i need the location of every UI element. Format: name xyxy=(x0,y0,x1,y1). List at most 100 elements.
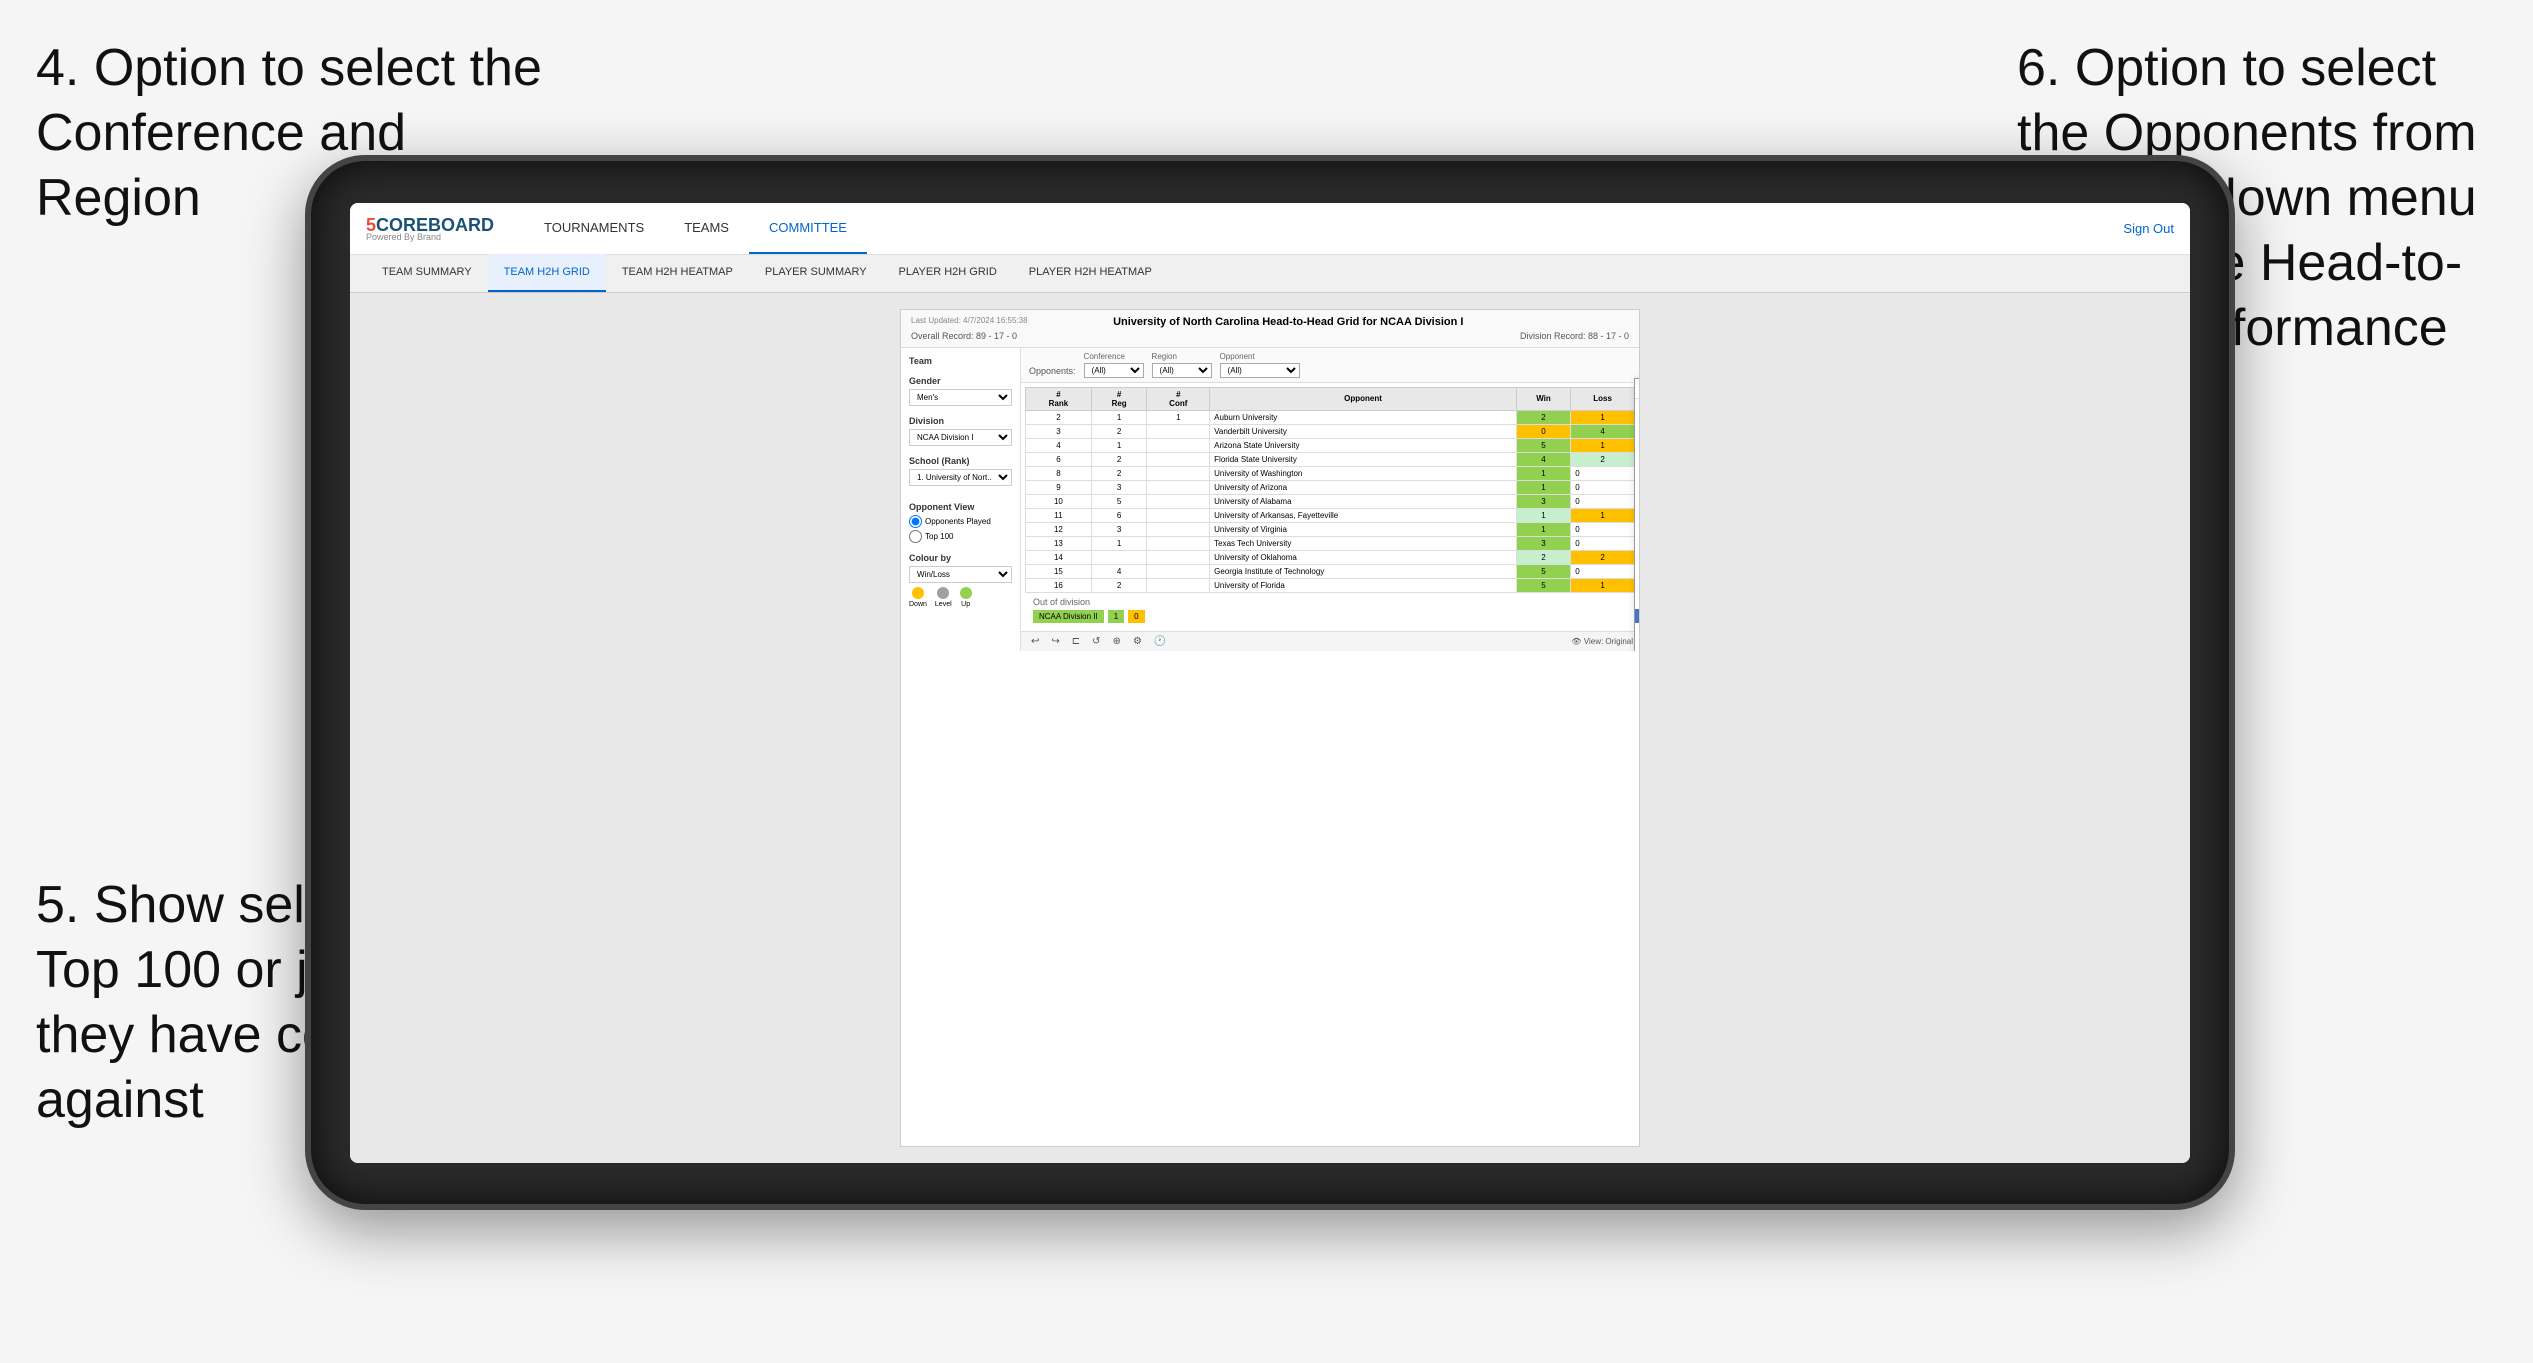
subnav-team-h2h-heatmap[interactable]: TEAM H2H HEATMAP xyxy=(606,254,749,292)
nav-menu: TOURNAMENTS TEAMS COMMITTEE xyxy=(524,203,2123,255)
nav-tournaments[interactable]: TOURNAMENTS xyxy=(524,203,664,255)
radio-opponents-label[interactable]: Opponents Played xyxy=(909,515,1012,528)
toolbar-settings[interactable]: ⚙ xyxy=(1129,635,1146,648)
dropdown-item[interactable]: 4. Arizona State University xyxy=(1635,441,1639,455)
content-area: Last Updated: 4/7/2024 16:55:38 Universi… xyxy=(350,293,2190,1163)
opponent-cell: University of Alabama xyxy=(1210,494,1517,508)
division-section: Division NCAA Division I xyxy=(909,416,1012,446)
opponent-dropdown[interactable]: (All) 2. Auburn University 3. Vanderbilt… xyxy=(1634,378,1639,651)
opponent-cell: Vanderbilt University xyxy=(1210,424,1517,438)
legend-down: Down xyxy=(909,587,927,608)
opponent-cell: Florida State University xyxy=(1210,452,1517,466)
opponent-cell: Arizona State University xyxy=(1210,438,1517,452)
colour-select[interactable]: Win/Loss xyxy=(909,566,1012,583)
rank-cell: 14 xyxy=(1026,550,1092,564)
toolbar-redo[interactable]: ↪ xyxy=(1047,635,1063,648)
loss-cell: 0 xyxy=(1571,480,1635,494)
dropdown-item[interactable]: 15. Georgia Institute of Technology xyxy=(1635,567,1639,581)
table-row: 8 2 University of Washington 1 0 xyxy=(1026,466,1635,480)
subnav-team-h2h-grid[interactable]: TEAM H2H GRID xyxy=(488,254,606,292)
reg-cell: 6 xyxy=(1091,508,1147,522)
view-icon: 👁 xyxy=(1571,637,1581,646)
radio-top100-label[interactable]: Top 100 xyxy=(909,530,1012,543)
dropdown-item[interactable]: 10. University of Alabama xyxy=(1635,497,1639,511)
dropdown-list: (All) 2. Auburn University 3. Vanderbilt… xyxy=(1635,399,1639,651)
dropdown-item[interactable]: 13. Texas Tech University xyxy=(1635,539,1639,553)
h2h-table: #Rank #Reg #Conf Opponent Win Loss xyxy=(1025,387,1635,593)
dropdown-item[interactable]: 3. Vanderbilt University xyxy=(1635,427,1639,441)
nav-signout[interactable]: Sign Out xyxy=(2123,221,2174,236)
toolbar-clock[interactable]: 🕐 xyxy=(1150,635,1170,648)
record-row: Overall Record: 89 - 17 - 0 Division Rec… xyxy=(911,331,1629,341)
dropdown-item[interactable]: 21. University of New Mexico xyxy=(1635,623,1639,637)
opponent-cell: University of Arizona xyxy=(1210,480,1517,494)
rank-cell: 3 xyxy=(1026,424,1092,438)
reg-cell: 2 xyxy=(1091,452,1147,466)
win-cell: 1 xyxy=(1516,480,1570,494)
reg-cell: 2 xyxy=(1091,424,1147,438)
dropdown-item[interactable]: 14. University of Oklahoma xyxy=(1635,553,1639,567)
rank-cell: 8 xyxy=(1026,466,1092,480)
last-updated: Last Updated: 4/7/2024 16:55:38 xyxy=(911,316,1028,328)
nav-committee[interactable]: COMMITTEE xyxy=(749,203,867,255)
division-select[interactable]: NCAA Division I xyxy=(909,429,1012,446)
conf-cell xyxy=(1147,466,1210,480)
rank-cell: 4 xyxy=(1026,438,1092,452)
toolbar-refresh[interactable]: ↺ xyxy=(1088,635,1104,648)
reg-cell: 3 xyxy=(1091,480,1147,494)
app-header: 5COREBOARD Powered By Brand TOURNAMENTS … xyxy=(350,203,2190,255)
subnav-player-h2h-heatmap[interactable]: PLAYER H2H HEATMAP xyxy=(1013,254,1168,292)
win-cell: 5 xyxy=(1516,438,1570,452)
rank-cell: 9 xyxy=(1026,480,1092,494)
table-row: 6 2 Florida State University 4 2 xyxy=(1026,452,1635,466)
loss-cell: 1 xyxy=(1571,578,1635,592)
toolbar-undo[interactable]: ↩ xyxy=(1027,635,1043,648)
win-cell: 3 xyxy=(1516,494,1570,508)
dropdown-item[interactable]: 16. University of Illinois xyxy=(1635,581,1639,595)
colour-section: Colour by Win/Loss Down xyxy=(909,553,1012,608)
subnav-player-summary[interactable]: PLAYER SUMMARY xyxy=(749,254,883,292)
dropdown-item[interactable]: 22. University of Georgia xyxy=(1635,637,1639,651)
subnav-player-h2h-grid[interactable]: PLAYER H2H GRID xyxy=(883,254,1013,292)
school-select[interactable]: 1. University of Nort... xyxy=(909,469,1012,486)
loss-cell: 0 xyxy=(1571,536,1635,550)
region-select[interactable]: (All) xyxy=(1152,363,1212,378)
win-cell: 2 xyxy=(1516,410,1570,424)
radio-opponents[interactable] xyxy=(909,515,922,528)
dropdown-item[interactable]: 18. University of Illinois xyxy=(1635,595,1639,609)
dropdown-item[interactable]: (All) xyxy=(1635,399,1639,413)
dropdown-item[interactable]: 6. Florida State University xyxy=(1635,455,1639,469)
toolbar-zoom[interactable]: ⊕ xyxy=(1109,635,1125,648)
loss-cell: 1 xyxy=(1571,410,1635,424)
dropdown-item[interactable]: 2. Auburn University xyxy=(1635,413,1639,427)
dropdown-item[interactable]: 8. University of Washington xyxy=(1635,469,1639,483)
conference-select[interactable]: (All) xyxy=(1084,363,1144,378)
dot-level xyxy=(937,587,949,599)
conf-cell: 1 xyxy=(1147,410,1210,424)
conf-cell xyxy=(1147,550,1210,564)
dropdown-item[interactable]: 9. University of Arizona xyxy=(1635,483,1639,497)
grid-area: Opponents: Conference (All) Region ( xyxy=(1021,348,1639,651)
division-record: Division Record: 88 - 17 - 0 xyxy=(1520,331,1629,341)
reg-cell: 1 xyxy=(1091,410,1147,424)
opponent-select[interactable]: (All) xyxy=(1220,363,1300,378)
dropdown-item[interactable]: 20. University of Texas xyxy=(1635,609,1639,623)
reg-cell: 3 xyxy=(1091,522,1147,536)
dropdown-item[interactable]: 11. University of Arkansas, Fayetteville xyxy=(1635,511,1639,525)
table-row: 11 6 University of Arkansas, Fayettevill… xyxy=(1026,508,1635,522)
rank-cell: 6 xyxy=(1026,452,1092,466)
card-body: Team Gender Men's Division NCAA Division… xyxy=(901,348,1639,651)
col-loss: Loss xyxy=(1571,387,1635,410)
win-cell: 1 xyxy=(1516,466,1570,480)
conf-cell xyxy=(1147,508,1210,522)
nav-teams[interactable]: TEAMS xyxy=(664,203,749,255)
gender-select[interactable]: Men's xyxy=(909,389,1012,406)
opponent-view-label: Opponent View xyxy=(909,502,1012,512)
card-header: Last Updated: 4/7/2024 16:55:38 Universi… xyxy=(901,310,1639,348)
table-row: 12 3 University of Virginia 1 0 xyxy=(1026,522,1635,536)
radio-top100[interactable] xyxy=(909,530,922,543)
dropdown-item[interactable]: 12. University of Virginia xyxy=(1635,525,1639,539)
subnav-team-summary[interactable]: TEAM SUMMARY xyxy=(366,254,488,292)
win-cell: 1 xyxy=(1516,508,1570,522)
toolbar-home[interactable]: ⊏ xyxy=(1068,635,1084,648)
